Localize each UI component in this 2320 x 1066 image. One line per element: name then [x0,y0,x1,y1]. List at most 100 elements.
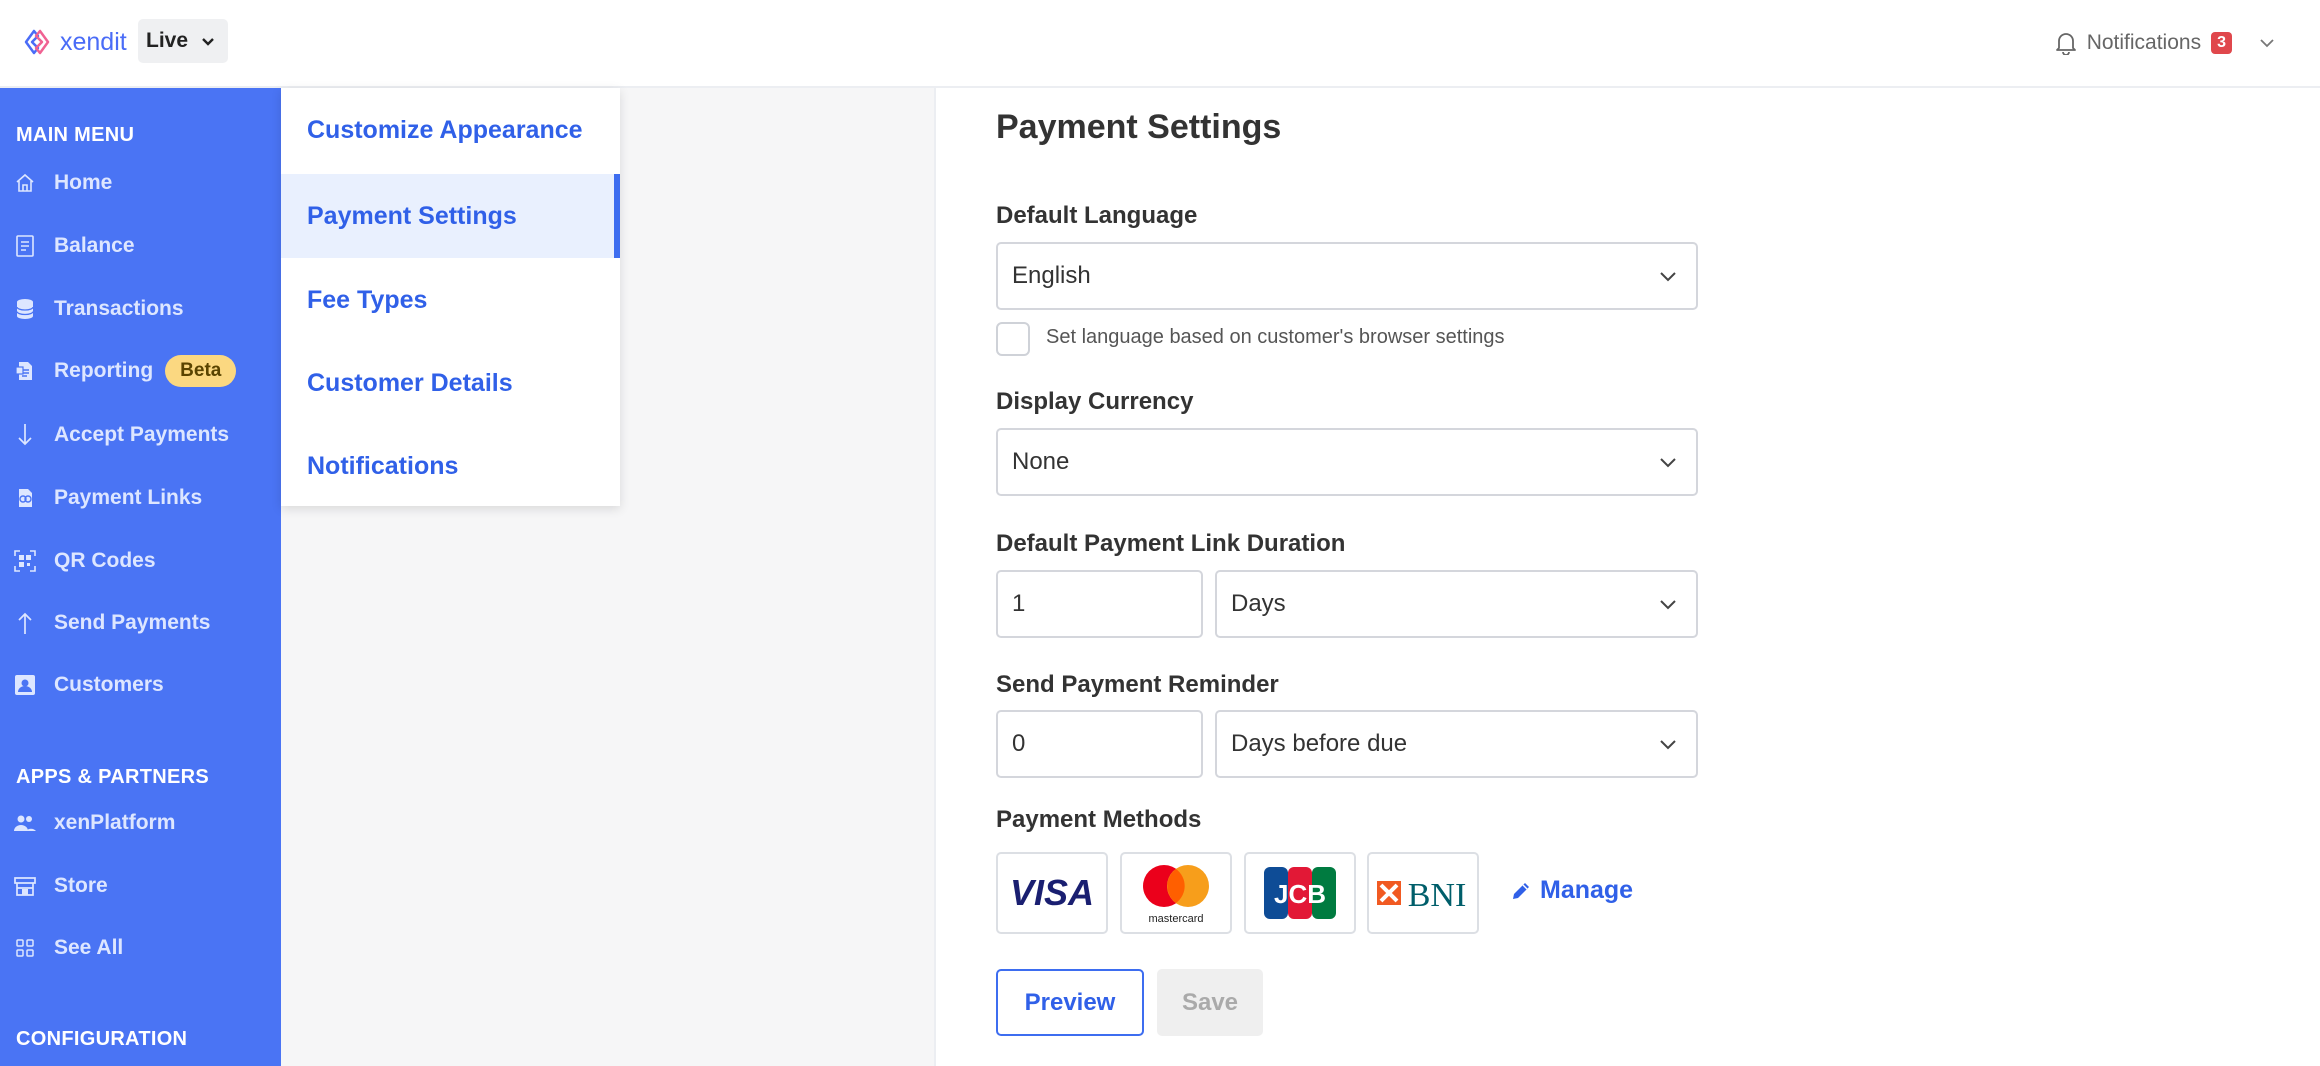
sidebar-item-label: Store [54,874,108,897]
sidebar-item-qr-codes[interactable]: QR Codes [14,544,156,578]
pencil-icon [1513,882,1529,899]
settings-subnav: Customize Appearance Payment Settings Fe… [281,88,620,506]
payment-method-jcb: JCB [1244,852,1356,934]
svg-text:BNI: BNI [1408,877,1467,914]
sidebar-section-title: CONFIGURATION [16,1028,188,1050]
users-icon [14,812,36,834]
sidebar-item-balance[interactable]: Balance [14,229,135,263]
sidebar-item-label: Home [54,171,113,194]
sidebar-item-send-payments[interactable]: Send Payments [14,606,210,640]
sidebar-item-reporting[interactable]: Reporting Beta [14,354,237,388]
content-divider [934,88,936,1066]
browser-language-checkbox[interactable] [996,322,1030,356]
sidebar-item-label: Balance [54,234,135,257]
svg-text:JCB: JCB [1274,879,1326,909]
sidebar-item-accept-payments[interactable]: Accept Payments [14,418,229,452]
notifications-menu[interactable]: Notifications 3 [2055,24,2280,62]
brand-logo[interactable]: xendit [22,22,127,62]
visa-logo-icon: VISA [1010,873,1094,913]
store-icon [14,875,36,897]
display-currency-select[interactable]: None [996,428,1698,496]
svg-text:VISA: VISA [1010,873,1094,913]
preview-button[interactable]: Preview [996,969,1144,1036]
chevron-down-icon [1660,272,1676,282]
payment-reminder-value: 0 [1012,730,1026,757]
environment-value: Live [146,29,189,52]
qr-code-icon [14,550,36,572]
notifications-label: Notifications [2086,31,2202,54]
sidebar-item-label: See All [54,936,124,959]
payment-method-mastercard: mastercard [1120,852,1232,934]
top-bar: xendit Live Notifications 3 [0,0,2320,88]
svg-text:mastercard: mastercard [1148,913,1203,925]
coins-icon [14,298,36,320]
xendit-logo-icon [24,29,50,55]
sidebar-item-customers[interactable]: Customers [14,668,164,702]
link-duration-input[interactable]: 1 [996,570,1203,638]
display-currency-value: None [1012,448,1070,475]
sidebar-item-store[interactable]: Store [14,869,108,903]
main-sidebar: MAIN MENU Home Balance Transactions Repo… [0,88,281,1066]
page-title: Payment Settings [996,108,1282,146]
payment-reminder-input[interactable]: 0 [996,710,1203,778]
payment-reminder-unit-value: Days before due [1231,730,1408,757]
bell-icon [2055,33,2076,55]
subnav-fee-types[interactable]: Fee Types [281,258,620,342]
beta-badge: Beta [165,355,237,387]
subnav-customize-appearance[interactable]: Customize Appearance [281,88,620,172]
chevron-down-icon[interactable] [2254,33,2280,53]
sidebar-item-home[interactable]: Home [14,166,112,200]
document-icon [14,235,36,257]
grid-icon [14,937,36,959]
user-card-icon [14,674,36,696]
default-language-value: English [1012,262,1091,289]
default-language-select[interactable]: English [996,242,1698,310]
payment-reminder-unit-select[interactable]: Days before due [1215,710,1698,778]
bni-logo-icon: BNI [1377,877,1467,914]
sidebar-item-label: Send Payments [54,611,211,634]
subnav-customer-details[interactable]: Customer Details [281,341,620,425]
brand-name: xendit [60,27,127,56]
home-icon [14,172,36,194]
chevron-down-icon [1660,740,1676,750]
sidebar-item-label: Payment Links [54,486,203,509]
save-button[interactable]: Save [1157,969,1263,1036]
chevron-down-icon [1660,458,1676,468]
manage-label: Manage [1540,876,1634,904]
sidebar-item-label: QR Codes [54,549,156,572]
arrow-up-icon [14,612,36,634]
sidebar-item-xenplatform[interactable]: xenPlatform [14,806,175,840]
manage-payment-methods-link[interactable]: Manage [1510,876,1633,905]
sidebar-item-label: Transactions [54,297,184,320]
arrow-down-icon [14,424,36,446]
payment-method-bni: BNI [1367,852,1479,934]
subnav-notifications[interactable]: Notifications [281,424,620,508]
chevron-down-icon [202,38,214,46]
subnav-payment-settings[interactable]: Payment Settings [281,174,620,258]
payment-reminder-label: Send Payment Reminder [996,671,1279,698]
notifications-count-badge: 3 [2211,32,2232,54]
link-duration-unit-value: Days [1231,590,1286,617]
sidebar-item-transactions[interactable]: Transactions [14,292,184,326]
report-icon [14,360,36,382]
default-language-label: Default Language [996,202,1198,229]
link-icon [14,487,36,509]
sidebar-item-label: Customers [54,673,164,696]
display-currency-label: Display Currency [996,388,1194,415]
sidebar-item-label: Reporting [54,359,154,382]
sidebar-item-label: Accept Payments [54,423,230,446]
jcb-logo-icon: JCB [1264,867,1336,919]
sidebar-section-title: APPS & PARTNERS [16,766,210,788]
chevron-down-icon [1660,600,1676,610]
link-duration-unit-select[interactable]: Days [1215,570,1698,638]
sidebar-section-title: MAIN MENU [16,124,135,146]
sidebar-item-label: xenPlatform [54,811,176,834]
link-duration-value: 1 [1012,590,1026,617]
environment-select[interactable]: Live [138,19,228,63]
browser-language-label: Set language based on customer's browser… [1046,326,1505,348]
payment-method-visa: VISA [996,852,1108,934]
sidebar-item-payment-links[interactable]: Payment Links [14,481,202,515]
sidebar-item-see-all[interactable]: See All [14,931,123,965]
mastercard-logo-icon: mastercard [1143,865,1209,925]
payment-methods-label: Payment Methods [996,806,1202,833]
